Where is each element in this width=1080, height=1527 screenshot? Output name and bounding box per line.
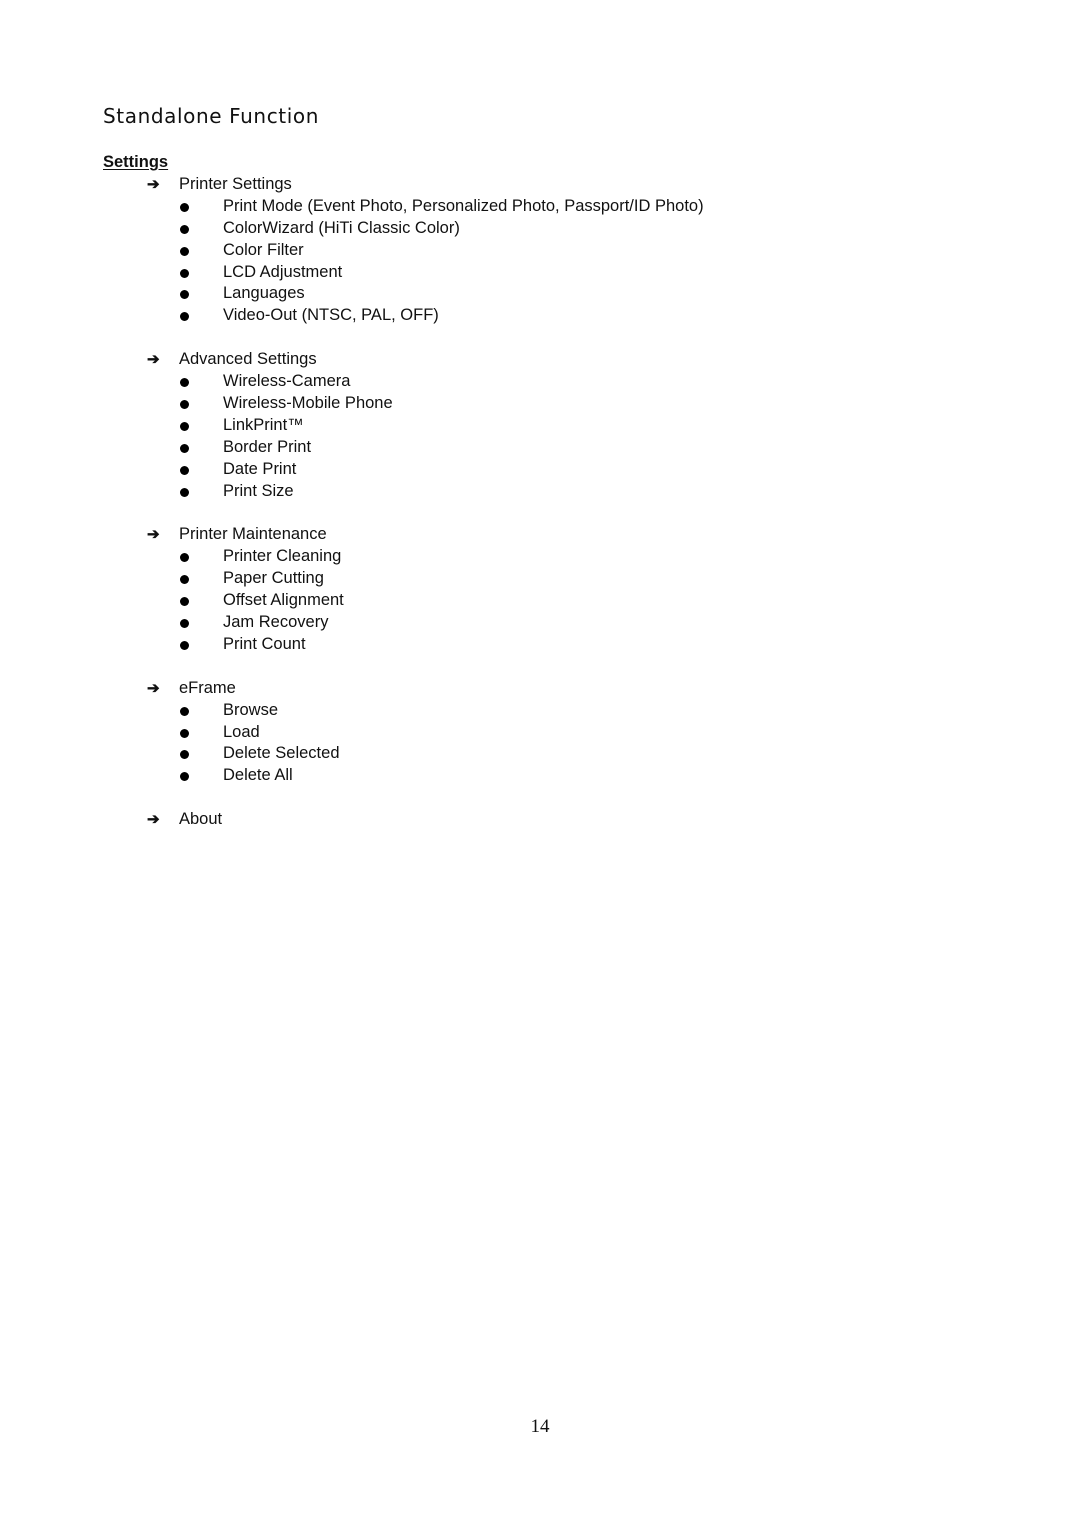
list-item: Paper Cutting	[0, 568, 1080, 590]
item-label: Paper Cutting	[223, 569, 324, 588]
item-label: ColorWizard (HiTi Classic Color)	[223, 218, 460, 237]
page-number: 14	[530, 1416, 550, 1437]
item-label: Wireless-Mobile Phone	[223, 394, 393, 413]
group-label: Printer Maintenance	[179, 525, 327, 544]
item-label: Jam Recovery	[223, 613, 329, 632]
group-label: Printer Settings	[179, 175, 292, 193]
item-label: Browse	[223, 700, 279, 719]
list-item: Wireless-Mobile Phone	[0, 393, 1080, 415]
bullet-dot-icon	[180, 575, 189, 585]
list-item: Wireless-Camera	[0, 371, 1080, 393]
item-label: Printer Cleaning	[223, 547, 342, 566]
bullet-dot-icon	[180, 421, 189, 431]
bullet-dot-icon	[180, 772, 189, 782]
group-heading: ➔ Advanced Settings	[0, 349, 1080, 371]
item-label: Border Print	[223, 437, 312, 456]
list-item: Color Filter	[0, 240, 1080, 262]
list-item: Languages	[0, 283, 1080, 305]
item-label: Color Filter	[223, 240, 304, 259]
bullet-dot-icon	[180, 400, 189, 410]
group-heading: ➔ About	[0, 809, 1080, 831]
list-item: Offset Alignment	[0, 590, 1080, 612]
bullet-dot-icon	[180, 728, 189, 738]
bullet-dot-icon	[180, 750, 189, 760]
group-advanced-settings: ➔ Advanced Settings Wireless-Camera Wire…	[0, 349, 1080, 502]
right-arrow-icon: ➔	[147, 176, 160, 193]
right-arrow-icon: ➔	[147, 526, 160, 544]
bullet-dot-icon	[180, 487, 189, 497]
item-label: LCD Adjustment	[223, 262, 343, 281]
group-eframe: ➔ eFrame Browse Load Delete Selected Del…	[0, 678, 1080, 787]
list-item: Browse	[0, 700, 1080, 722]
bullet-dot-icon	[180, 378, 189, 388]
list-item: Delete All	[0, 765, 1080, 787]
bullet-dot-icon	[180, 312, 189, 322]
item-label: Delete All	[223, 766, 293, 785]
right-arrow-icon: ➔	[147, 679, 160, 697]
item-label: Print Size	[223, 481, 294, 500]
bullet-dot-icon	[180, 224, 189, 234]
group-heading: ➔ Printer Settings	[0, 174, 1080, 196]
list-item: Print Size	[0, 481, 1080, 503]
item-label: Delete Selected	[223, 744, 340, 763]
bullet-dot-icon	[180, 290, 189, 300]
bullet-dot-icon	[180, 597, 189, 607]
group-printer-maintenance: ➔ Printer Maintenance Printer Cleaning P…	[0, 524, 1080, 655]
bullet-dot-icon	[180, 640, 189, 650]
list-item: LinkPrint™	[0, 415, 1080, 437]
bullet-dot-icon	[180, 706, 189, 716]
right-arrow-icon: ➔	[147, 351, 160, 369]
list-item: Border Print	[0, 437, 1080, 459]
list-item: Print Mode (Event Photo, Personalized Ph…	[0, 196, 1080, 218]
item-label: Load	[223, 722, 260, 741]
section-heading-settings: Settings	[103, 153, 169, 171]
item-label: Wireless-Camera	[223, 372, 351, 391]
bullet-dot-icon	[180, 619, 189, 629]
item-label: LinkPrint™	[223, 415, 304, 434]
item-label: Date Print	[223, 459, 297, 478]
item-label: Print Mode (Event Photo, Personalized Ph…	[223, 196, 704, 215]
list-item: Delete Selected	[0, 743, 1080, 765]
list-item: LCD Adjustment	[0, 262, 1080, 284]
bullet-dot-icon	[180, 553, 189, 563]
group-label: About	[179, 810, 223, 829]
bullet-dot-icon	[180, 268, 189, 278]
page-title: Standalone Function	[103, 104, 320, 128]
group-heading: ➔ eFrame	[0, 678, 1080, 700]
group-label: Advanced Settings	[179, 350, 317, 369]
list-item: ColorWizard (HiTi Classic Color)	[0, 218, 1080, 240]
group-about: ➔ About	[0, 809, 1080, 831]
item-label: Print Count	[223, 634, 306, 653]
item-label: Video-Out (NTSC, PAL, OFF)	[223, 306, 439, 325]
list-item: Jam Recovery	[0, 612, 1080, 634]
group-heading: ➔ Printer Maintenance	[0, 524, 1080, 546]
bullet-dot-icon	[180, 202, 189, 212]
settings-outline: ➔ Printer Settings Print Mode (Event Pho…	[0, 174, 1080, 853]
item-label: Offset Alignment	[223, 591, 344, 610]
bullet-dot-icon	[180, 246, 189, 256]
bullet-dot-icon	[180, 443, 189, 453]
group-label: eFrame	[179, 678, 236, 697]
list-item: Load	[0, 722, 1080, 744]
list-item: Date Print	[0, 459, 1080, 481]
bullet-dot-icon	[180, 465, 189, 475]
list-item: Print Count	[0, 634, 1080, 656]
list-item: Video-Out (NTSC, PAL, OFF)	[0, 305, 1080, 327]
group-printer-settings: ➔ Printer Settings Print Mode (Event Pho…	[0, 174, 1080, 327]
right-arrow-icon: ➔	[147, 811, 160, 829]
item-label: Languages	[223, 284, 305, 303]
list-item: Printer Cleaning	[0, 546, 1080, 568]
